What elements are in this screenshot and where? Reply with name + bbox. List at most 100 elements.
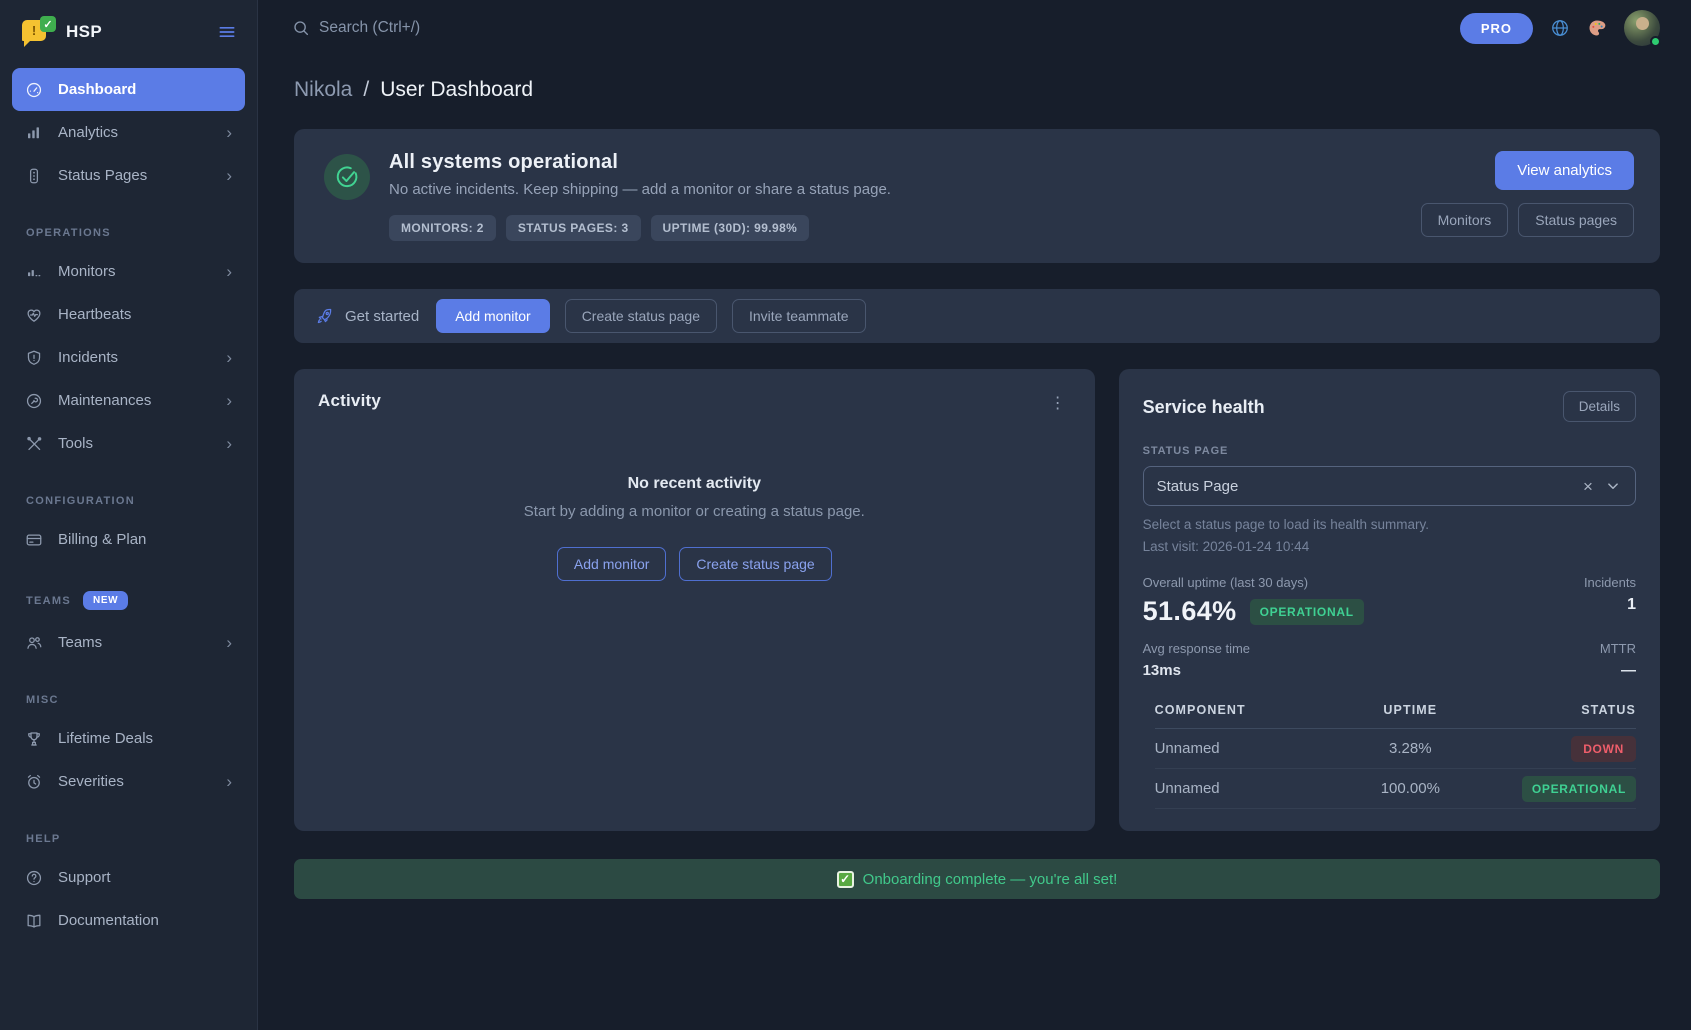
bar-chart-icon [25, 124, 43, 142]
details-button[interactable]: Details [1563, 391, 1636, 422]
sidebar-item-monitors[interactable]: Monitors › [12, 250, 245, 293]
uptime-column-header: UPTIME [1335, 703, 1485, 717]
page-title: User Dashboard [380, 78, 533, 102]
status-page-field-label: STATUS PAGE [1143, 445, 1636, 457]
avg-response-label: Avg response time [1143, 641, 1250, 656]
logo-check-icon: ✓ [40, 16, 56, 32]
theme-palette-icon[interactable] [1587, 18, 1607, 38]
sidebar-section-teams: TEAMS NEW [12, 591, 245, 610]
sidebar-section-misc: MISC [12, 694, 245, 706]
breadcrumb: Nikola / User Dashboard [294, 78, 1660, 102]
sidebar-item-tools[interactable]: Tools › [12, 422, 245, 465]
create-status-page-button[interactable]: Create status page [565, 299, 717, 333]
operational-status-badge: OPERATIONAL [1522, 776, 1636, 802]
chevron-down-icon[interactable] [1604, 477, 1622, 495]
traffic-light-icon [25, 167, 43, 185]
chevron-right-icon: › [226, 392, 232, 409]
incidents-value: 1 [1584, 596, 1636, 614]
sidebar-item-label: Incidents [58, 349, 118, 366]
sidebar-item-label: Heartbeats [58, 306, 131, 323]
sidebar-item-heartbeats[interactable]: Heartbeats [12, 293, 245, 336]
component-name: Unnamed [1155, 780, 1336, 797]
onboarding-banner-text: Onboarding complete — you're all set! [863, 871, 1118, 888]
sidebar-item-label: Dashboard [58, 81, 136, 98]
pro-plan-badge[interactable]: PRO [1460, 13, 1533, 44]
sidebar-item-lifetime-deals[interactable]: Lifetime Deals [12, 717, 245, 760]
mttr-block: MTTR — [1600, 641, 1636, 679]
add-monitor-button[interactable]: Add monitor [436, 299, 549, 333]
sidebar-section-configuration: CONFIGURATION [12, 495, 245, 507]
response-stats-row: Avg response time 13ms MTTR — [1143, 641, 1636, 679]
topbar: PRO [258, 0, 1691, 56]
hero-text-block: All systems operational No active incide… [389, 151, 891, 241]
wrench-circle-icon [25, 392, 43, 410]
users-icon [25, 634, 43, 652]
invite-teammate-button[interactable]: Invite teammate [732, 299, 866, 333]
sidebar-nav: Dashboard Analytics › Status Pages › OPE… [0, 64, 257, 962]
create-status-page-button[interactable]: Create status page [679, 547, 831, 581]
status-hero-card: All systems operational No active incide… [294, 129, 1660, 263]
status-page-select[interactable]: Status Page × [1143, 466, 1636, 506]
sidebar-item-billing[interactable]: Billing & Plan [12, 518, 245, 561]
add-monitor-button[interactable]: Add monitor [557, 547, 666, 581]
credit-card-icon [25, 531, 43, 549]
hamburger-menu-icon[interactable] [217, 22, 237, 42]
hero-title: All systems operational [389, 151, 891, 174]
overall-uptime-value: 51.64% [1143, 596, 1237, 627]
onboarding-complete-banner: ✓ Onboarding complete — you're all set! [294, 859, 1660, 899]
overall-uptime-block: Overall uptime (last 30 days) 51.64% OPE… [1143, 575, 1364, 627]
kebab-menu-icon[interactable]: ⋮ [1042, 389, 1075, 417]
topbar-right: PRO [1460, 10, 1660, 46]
service-health-title: Service health [1143, 397, 1265, 418]
sidebar-item-label: Status Pages [58, 167, 147, 184]
global-search[interactable] [292, 19, 639, 37]
monitors-button[interactable]: Monitors [1421, 203, 1509, 237]
search-input[interactable] [319, 19, 639, 37]
status-pages-button[interactable]: Status pages [1518, 203, 1634, 237]
book-icon [25, 912, 43, 930]
components-table-header: COMPONENT UPTIME STATUS [1155, 694, 1636, 729]
activity-card: Activity ⋮ No recent activity Start by a… [294, 369, 1095, 831]
down-status-badge: DOWN [1571, 736, 1636, 762]
sidebar-item-support[interactable]: Support [12, 856, 245, 899]
view-analytics-button[interactable]: View analytics [1495, 151, 1634, 190]
component-uptime: 100.00% [1335, 780, 1485, 797]
mttr-value: — [1600, 662, 1636, 679]
globe-language-icon[interactable] [1550, 18, 1570, 38]
sidebar-item-label: Maintenances [58, 392, 151, 409]
incidents-label: Incidents [1584, 575, 1636, 590]
clear-selection-icon[interactable]: × [1583, 478, 1593, 495]
app-logo-icon: ! ✓ [22, 17, 54, 47]
breadcrumb-parent[interactable]: Nikola [294, 78, 352, 102]
page-content: Nikola / User Dashboard All systems oper… [258, 56, 1691, 899]
sidebar-item-documentation[interactable]: Documentation [12, 899, 245, 942]
select-helper-text: Select a status page to load its health … [1143, 517, 1636, 532]
sidebar-item-severities[interactable]: Severities › [12, 760, 245, 803]
sidebar-item-maintenances[interactable]: Maintenances › [12, 379, 245, 422]
sidebar-item-dashboard[interactable]: Dashboard [12, 68, 245, 111]
dashboard-cards: Activity ⋮ No recent activity Start by a… [294, 369, 1660, 831]
sidebar-section-help: HELP [12, 833, 245, 845]
table-row: Unnamed 3.28% DOWN [1155, 729, 1636, 769]
question-circle-icon [25, 869, 43, 887]
chevron-right-icon: › [226, 634, 232, 651]
sidebar-item-label: Monitors [58, 263, 116, 280]
user-avatar[interactable] [1624, 10, 1660, 46]
status-pages-count-badge: STATUS PAGES: 3 [506, 215, 641, 241]
monitors-count-badge: MONITORS: 2 [389, 215, 496, 241]
chevron-right-icon: › [226, 773, 232, 790]
check-emoji-icon: ✓ [837, 871, 854, 888]
empty-state-title: No recent activity [628, 475, 761, 493]
heart-pulse-icon [25, 306, 43, 324]
uptime-30d-badge: UPTIME (30D): 99.98% [651, 215, 810, 241]
operational-status-badge: OPERATIONAL [1250, 599, 1364, 625]
sidebar-item-analytics[interactable]: Analytics › [12, 111, 245, 154]
component-column-header: COMPONENT [1155, 703, 1336, 717]
main-area: PRO Nikola / User Dashboard All systems … [258, 0, 1691, 1030]
sidebar-item-status-pages[interactable]: Status Pages › [12, 154, 245, 197]
chevron-right-icon: › [226, 263, 232, 280]
gauge-icon [25, 81, 43, 99]
sidebar-item-teams[interactable]: Teams › [12, 621, 245, 664]
brand-name: HSP [66, 22, 102, 42]
sidebar-item-incidents[interactable]: Incidents › [12, 336, 245, 379]
